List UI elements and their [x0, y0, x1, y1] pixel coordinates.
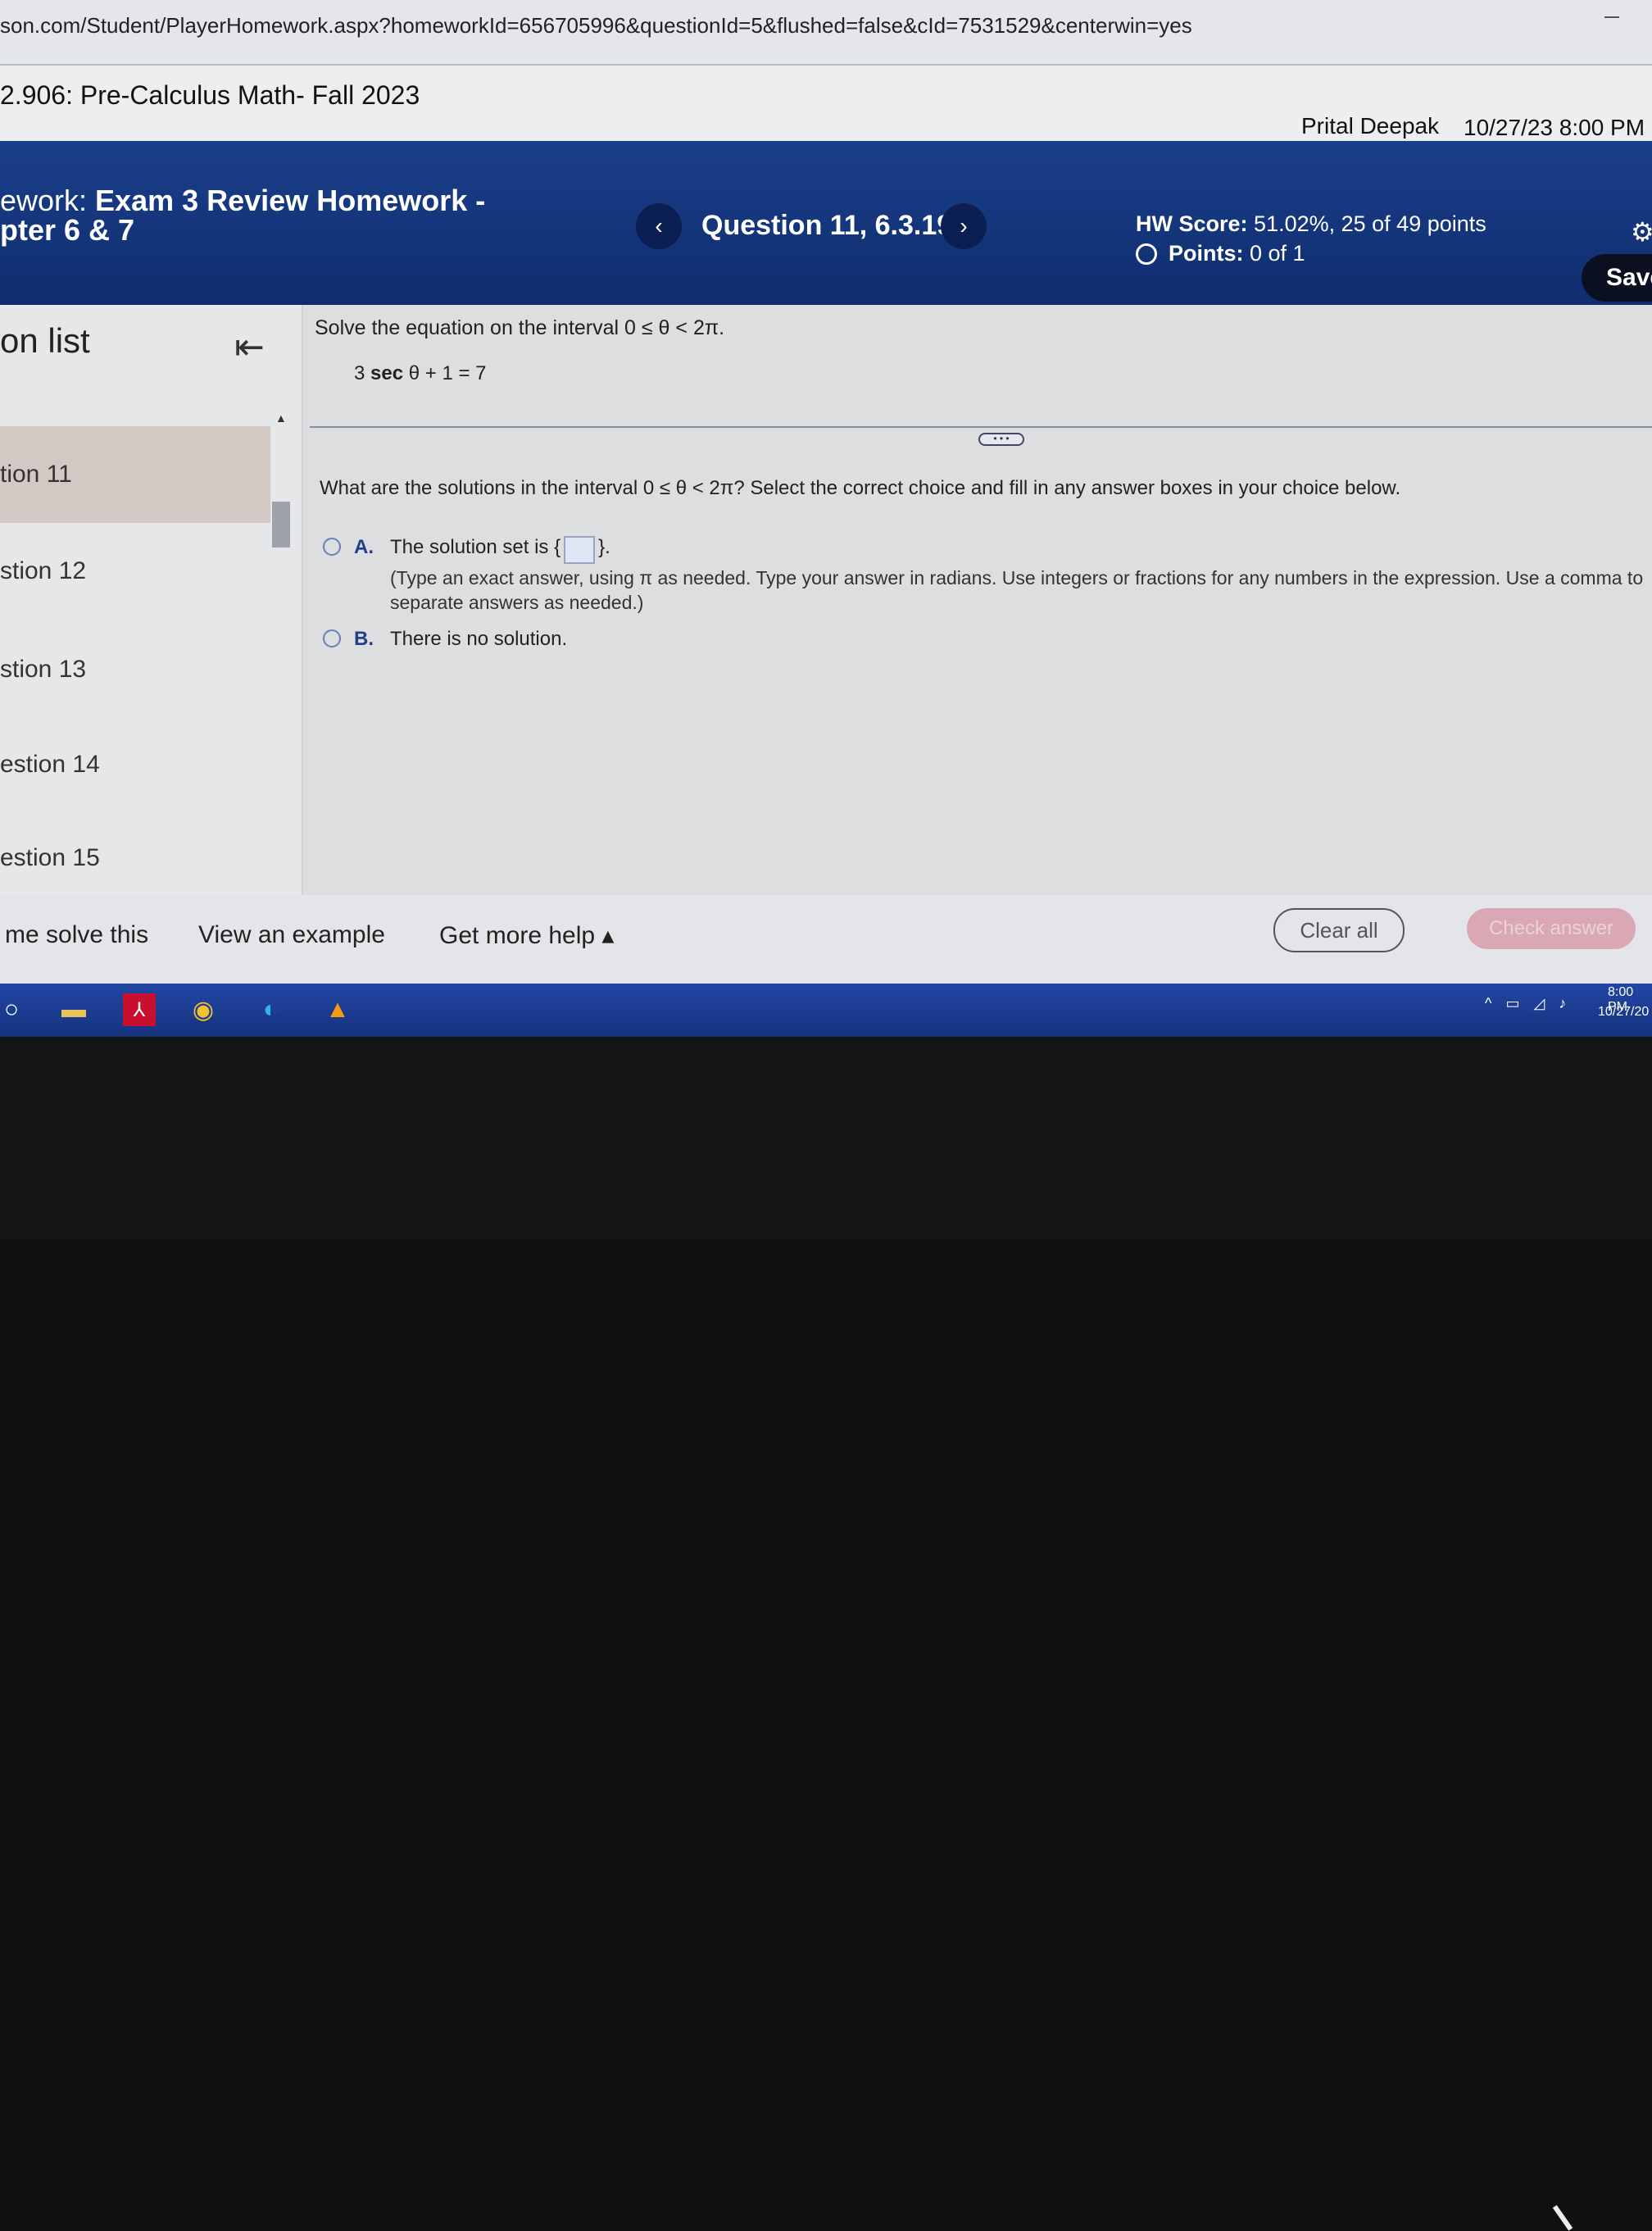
taskbar: ○ ▬ ⅄ ◉ ◐ ▲ ^ ▭ ◿ ♪ 8:00 PM 10/27/20 — [0, 984, 1652, 1037]
choice-b-letter: B. — [354, 628, 374, 650]
gear-icon[interactable]: ⚙ — [1631, 216, 1652, 248]
open-brace: { — [554, 536, 561, 558]
close-brace: }. — [598, 536, 610, 558]
browser-address-bar[interactable]: son.com/Student/PlayerHomework.aspx?home… — [0, 0, 1652, 66]
help-bar: me solve this View an example Get more h… — [0, 895, 1652, 984]
homework-title-line-2: pter 6 & 7 — [0, 213, 135, 247]
homework-header: ework: Exam 3 Review Homework - pter 6 &… — [0, 141, 1652, 305]
hw-score: HW Score: 51.02%, 25 of 49 points — [1136, 211, 1486, 237]
screen: son.com/Student/PlayerHomework.aspx?home… — [0, 0, 1652, 1037]
system-tray-icons[interactable]: ^ ▭ ◿ ♪ — [1485, 995, 1571, 1012]
divider — [310, 426, 1652, 428]
below-screen-area — [0, 1037, 1652, 2231]
user-name: Prital Deepak — [1301, 113, 1440, 139]
minimize-icon[interactable] — [1604, 16, 1619, 18]
scrollbar-thumb[interactable] — [272, 502, 290, 548]
choice-b[interactable]: B. There is no solution. — [323, 628, 567, 651]
sidebar-scrollbar[interactable]: ▲ ▼ — [272, 403, 300, 982]
question-list-sidebar: on list ⇤ tion 11 stion 12 stion 13 esti… — [0, 305, 303, 982]
course-bar: 2.906: Pre-Calculus Math- Fall 2023 Prit… — [0, 66, 1652, 141]
equation-rest: θ + 1 = 7 — [403, 362, 487, 384]
edge-icon[interactable]: ◐ — [254, 993, 287, 1026]
choice-a-text: The solution set is — [390, 536, 549, 558]
sidebar-item-question-14[interactable]: estion 14 — [0, 716, 270, 813]
course-title: 2.906: Pre-Calculus Math- Fall 2023 — [0, 80, 420, 110]
url-text[interactable]: son.com/Student/PlayerHomework.aspx?home… — [0, 13, 1192, 39]
question-points: Points: 0 of 1 — [1136, 241, 1305, 266]
help-me-solve-link[interactable]: me solve this — [5, 921, 148, 949]
homework-prefix: ework: — [0, 184, 88, 217]
sidebar-item-question-15[interactable]: estion 15 — [0, 810, 270, 906]
view-example-link[interactable]: View an example — [198, 921, 385, 949]
chevron-left-icon: ‹ — [655, 213, 663, 239]
chrome-icon[interactable]: ◉ — [187, 993, 220, 1026]
previous-question-button[interactable]: ‹ — [636, 203, 682, 249]
clear-all-button[interactable]: Clear all — [1273, 908, 1405, 952]
choice-a-radio[interactable] — [323, 538, 341, 556]
homework-title-line-1: Exam 3 Review Homework - — [95, 184, 486, 217]
pdf-reader-icon[interactable]: ⅄ — [123, 993, 156, 1026]
check-answer-button[interactable]: Check answer — [1467, 908, 1636, 949]
question-ask: What are the solutions in the interval 0… — [320, 477, 1401, 499]
hw-score-label: HW Score: — [1136, 211, 1248, 236]
sidebar-title: on list — [0, 321, 90, 360]
question-prompt: Solve the equation on the interval 0 ≤ θ… — [315, 316, 725, 339]
scroll-up-icon[interactable]: ▲ — [275, 411, 287, 425]
answer-input-box[interactable] — [564, 536, 596, 564]
choice-b-text: There is no solution. — [390, 628, 568, 650]
next-question-button[interactable]: › — [941, 203, 987, 249]
sidebar-item-question-11[interactable]: tion 11 — [0, 426, 270, 523]
chevron-right-icon: › — [960, 213, 968, 239]
points-label: Points: — [1169, 241, 1244, 266]
collapse-sidebar-icon[interactable]: ⇤ — [234, 326, 265, 368]
choice-b-radio[interactable] — [323, 629, 341, 647]
save-button[interactable]: Save — [1582, 254, 1652, 302]
hw-score-value: 51.02%, 25 of 49 points — [1254, 211, 1486, 236]
points-value: 0 of 1 — [1250, 241, 1305, 266]
choice-a-hint: (Type an exact answer, using π as needed… — [390, 567, 1644, 613]
resize-handle-icon[interactable]: • • • — [978, 433, 1024, 446]
points-circle-icon — [1136, 243, 1157, 265]
vlc-icon[interactable]: ▲ — [321, 993, 354, 1026]
question-content: Solve the equation on the interval 0 ≤ θ… — [303, 305, 1652, 895]
equation-function: sec — [370, 362, 404, 384]
clock-date[interactable]: 10/27/20 — [1598, 1005, 1649, 1020]
file-explorer-icon[interactable]: ▬ — [57, 993, 90, 1026]
question-equation: 3 sec θ + 1 = 7 — [354, 362, 487, 385]
equation-coefficient: 3 — [354, 362, 365, 384]
get-more-help-link[interactable]: Get more help ▴ — [439, 921, 615, 950]
due-datetime: 10/27/23 8:00 PM — [1464, 115, 1645, 140]
choice-a[interactable]: A. The solution set is { }. — [323, 536, 610, 564]
sidebar-item-question-12[interactable]: stion 12 — [0, 523, 270, 620]
search-circle-icon[interactable]: ○ — [0, 993, 28, 1026]
sidebar-item-question-13[interactable]: stion 13 — [0, 621, 270, 718]
question-title: Question 11, 6.3.19 — [701, 210, 953, 241]
mouse-cursor-icon — [1552, 2205, 1573, 2231]
choice-a-letter: A. — [354, 536, 374, 558]
